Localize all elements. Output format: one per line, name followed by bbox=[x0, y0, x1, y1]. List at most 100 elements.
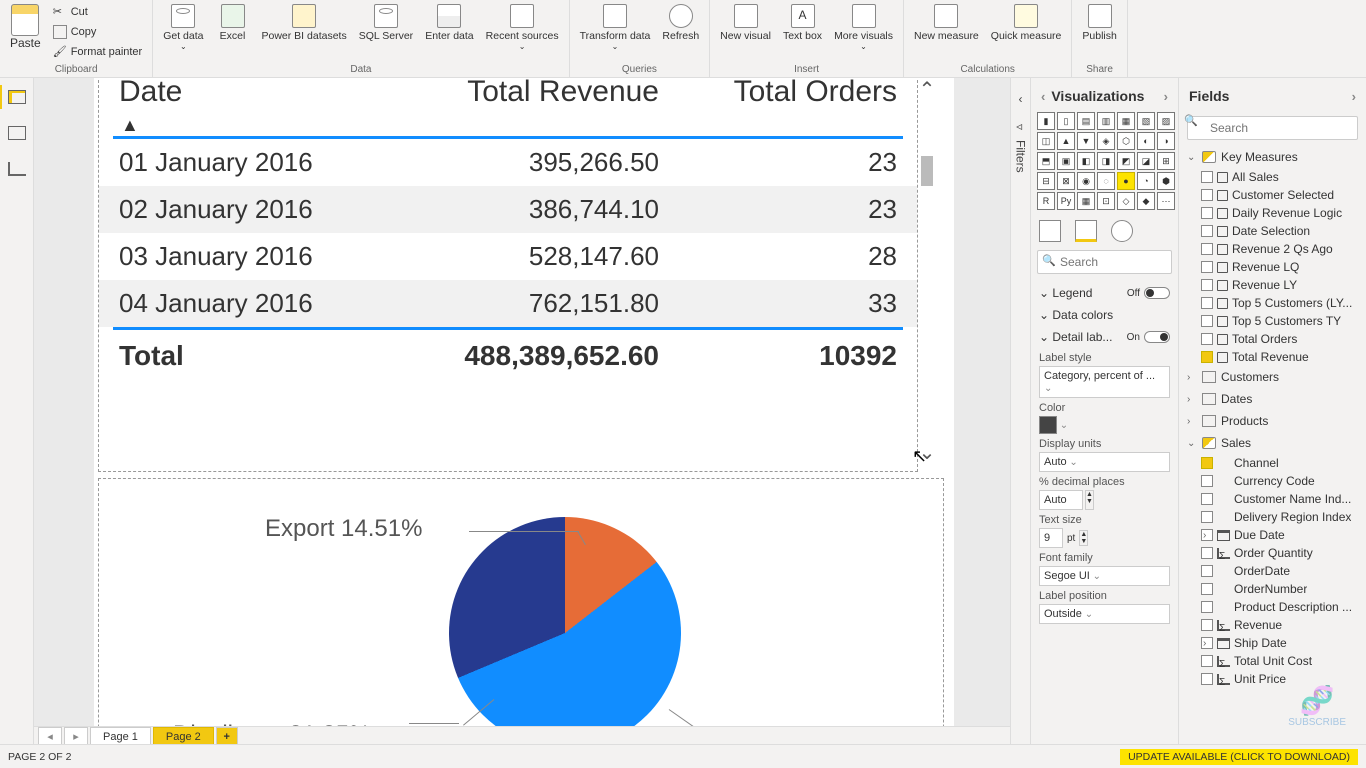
viz-type-icon[interactable]: ▨ bbox=[1157, 112, 1175, 130]
table-row[interactable]: 04 January 2016762,151.8033 bbox=[99, 280, 917, 327]
checkbox[interactable] bbox=[1201, 511, 1213, 523]
viz-type-icon[interactable]: ◈ bbox=[1097, 132, 1115, 150]
fields-tab[interactable] bbox=[1039, 220, 1061, 242]
format-painter-button[interactable]: 🖌Format painter bbox=[49, 42, 147, 62]
chevron-right-icon[interactable]: › bbox=[1164, 89, 1168, 104]
field-item[interactable]: Total Revenue bbox=[1183, 348, 1362, 366]
checkbox[interactable] bbox=[1201, 189, 1213, 201]
viz-type-icon[interactable]: ⊟ bbox=[1037, 172, 1055, 190]
filters-collapsed[interactable]: ‹ ▿ Filters bbox=[1010, 78, 1030, 744]
fields-group-key_measures[interactable]: ⌄Key Measures bbox=[1183, 146, 1362, 168]
label-position-dropdown[interactable]: Outside bbox=[1039, 604, 1170, 624]
viz-type-icon[interactable]: ◔ bbox=[1137, 172, 1155, 190]
data-view-button[interactable] bbox=[4, 120, 30, 146]
pbi-datasets-button[interactable]: Power BI datasets bbox=[258, 2, 351, 44]
col-date[interactable]: Date bbox=[119, 78, 379, 109]
checkbox[interactable] bbox=[1201, 655, 1213, 667]
fields-group-sales[interactable]: ⌄Sales bbox=[1183, 432, 1362, 454]
viz-type-icon[interactable]: ⊡ bbox=[1097, 192, 1115, 210]
field-item[interactable]: Customer Selected bbox=[1183, 186, 1362, 204]
scroll-down-icon[interactable]: ⌄ bbox=[919, 440, 936, 465]
decimal-input[interactable]: Auto bbox=[1039, 490, 1083, 510]
checkbox[interactable] bbox=[1201, 493, 1213, 505]
viz-type-icon[interactable]: ▯ bbox=[1057, 112, 1075, 130]
checkbox[interactable] bbox=[1201, 351, 1213, 363]
pie-chart[interactable] bbox=[449, 517, 681, 726]
viz-type-icon[interactable]: ◐ bbox=[1137, 132, 1155, 150]
table-row[interactable]: 03 January 2016528,147.6028 bbox=[99, 233, 917, 280]
field-item[interactable]: Channel bbox=[1183, 454, 1362, 472]
checkbox[interactable] bbox=[1201, 333, 1213, 345]
chevron-right-icon[interactable]: › bbox=[1352, 89, 1356, 104]
checkbox[interactable] bbox=[1201, 475, 1213, 487]
report-page[interactable]: Date Total Revenue Total Orders ▲ 01 Jan… bbox=[94, 78, 954, 726]
detail-labels-toggle[interactable] bbox=[1144, 331, 1170, 343]
cut-button[interactable]: ✂Cut bbox=[49, 2, 147, 22]
add-page-button[interactable]: + bbox=[216, 727, 238, 745]
text-size-input[interactable]: 9 bbox=[1039, 528, 1063, 548]
viz-type-icon[interactable]: ▦ bbox=[1077, 192, 1095, 210]
viz-type-icon[interactable]: ◪ bbox=[1137, 152, 1155, 170]
viz-type-icon[interactable]: ⊠ bbox=[1057, 172, 1075, 190]
format-search-input[interactable] bbox=[1037, 250, 1172, 274]
checkbox[interactable] bbox=[1201, 457, 1213, 469]
col-revenue[interactable]: Total Revenue bbox=[379, 78, 659, 109]
recent-sources-button[interactable]: Recent sources⌄ bbox=[482, 2, 563, 53]
viz-type-icon[interactable]: ⋯ bbox=[1157, 192, 1175, 210]
scrollbar[interactable]: ⌃ ⌄ bbox=[917, 78, 937, 471]
table-visual[interactable]: Date Total Revenue Total Orders ▲ 01 Jan… bbox=[98, 78, 918, 472]
viz-type-icon[interactable]: ▤ bbox=[1077, 112, 1095, 130]
fields-search-input[interactable] bbox=[1187, 116, 1358, 140]
scroll-up-icon[interactable]: ⌃ bbox=[919, 78, 936, 102]
tab-page2[interactable]: Page 2 bbox=[153, 727, 214, 745]
field-item[interactable]: Total Unit Cost bbox=[1183, 652, 1362, 670]
sql-button[interactable]: SQL Server bbox=[355, 2, 417, 44]
checkbox[interactable] bbox=[1201, 601, 1213, 613]
enter-data-button[interactable]: Enter data bbox=[421, 2, 477, 44]
viz-type-icon[interactable]: ● bbox=[1117, 172, 1135, 190]
viz-type-icon[interactable]: ▦ bbox=[1117, 112, 1135, 130]
stepper-up[interactable]: ▲ bbox=[1086, 491, 1093, 498]
field-item[interactable]: OrderNumber bbox=[1183, 580, 1362, 598]
field-item[interactable]: Unit Price bbox=[1183, 670, 1362, 688]
checkbox[interactable] bbox=[1201, 279, 1213, 291]
checkbox[interactable] bbox=[1201, 547, 1213, 559]
page-next-button[interactable]: ▸ bbox=[64, 727, 88, 745]
checkbox[interactable] bbox=[1201, 297, 1213, 309]
field-item[interactable]: Order Quantity bbox=[1183, 544, 1362, 562]
report-view-button[interactable] bbox=[4, 84, 30, 110]
field-item[interactable]: Date Selection bbox=[1183, 222, 1362, 240]
viz-type-icon[interactable]: ▥ bbox=[1097, 112, 1115, 130]
label-style-dropdown[interactable]: Category, percent of ... bbox=[1039, 366, 1170, 398]
fields-group-products[interactable]: ›Products bbox=[1183, 410, 1362, 432]
data-colors-section[interactable]: ⌄ Data colors bbox=[1039, 304, 1170, 326]
field-item[interactable]: Top 5 Customers (LY... bbox=[1183, 294, 1362, 312]
field-item[interactable]: ›Due Date bbox=[1183, 526, 1362, 544]
field-item[interactable]: All Sales bbox=[1183, 168, 1362, 186]
checkbox[interactable] bbox=[1201, 243, 1213, 255]
checkbox[interactable] bbox=[1201, 225, 1213, 237]
analytics-tab[interactable] bbox=[1111, 220, 1133, 242]
viz-type-icon[interactable]: ▮ bbox=[1037, 112, 1055, 130]
scroll-thumb[interactable] bbox=[921, 156, 933, 186]
table-row[interactable]: 01 January 2016395,266.5023 bbox=[99, 139, 917, 186]
publish-button[interactable]: Publish bbox=[1078, 2, 1120, 44]
fields-group-customers[interactable]: ›Customers bbox=[1183, 366, 1362, 388]
field-item[interactable]: Product Description ... bbox=[1183, 598, 1362, 616]
field-item[interactable]: Currency Code bbox=[1183, 472, 1362, 490]
viz-type-icon[interactable]: ◨ bbox=[1097, 152, 1115, 170]
field-item[interactable]: Daily Revenue Logic bbox=[1183, 204, 1362, 222]
checkbox[interactable] bbox=[1201, 261, 1213, 273]
viz-type-icon[interactable]: ⬢ bbox=[1157, 172, 1175, 190]
font-family-dropdown[interactable]: Segoe UI bbox=[1039, 566, 1170, 586]
model-view-button[interactable] bbox=[4, 156, 30, 182]
more-visuals-button[interactable]: More visuals⌄ bbox=[830, 2, 897, 53]
detail-labels-section[interactable]: ⌄ Detail lab...On bbox=[1039, 326, 1170, 348]
stepper-down[interactable]: ▼ bbox=[1086, 498, 1093, 505]
new-measure-button[interactable]: New measure bbox=[910, 2, 983, 44]
field-item[interactable]: OrderDate bbox=[1183, 562, 1362, 580]
field-item[interactable]: Customer Name Ind... bbox=[1183, 490, 1362, 508]
viz-type-icon[interactable]: ◑ bbox=[1157, 132, 1175, 150]
checkbox[interactable] bbox=[1201, 673, 1213, 685]
text-box-button[interactable]: AText box bbox=[779, 2, 826, 44]
